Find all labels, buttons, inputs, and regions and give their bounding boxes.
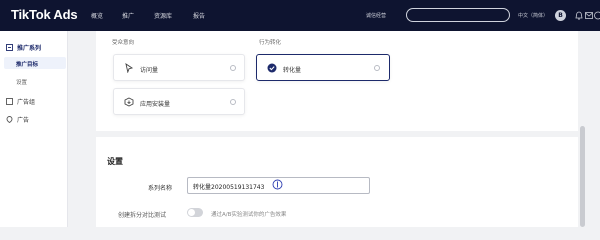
objective-app-install[interactable]: 应用安装量 xyxy=(113,88,245,115)
account-label[interactable]: 诚信经营 xyxy=(366,12,386,19)
check-circle-icon xyxy=(267,63,277,73)
settings-title: 设置 xyxy=(107,157,123,166)
sidebar-item-label: 广告 xyxy=(17,117,30,124)
objective-label: 访问量 xyxy=(140,67,159,74)
nav-reports[interactable]: 报告 xyxy=(193,11,205,20)
scrollbar[interactable] xyxy=(580,126,585,227)
nav-assets[interactable]: 资源库 xyxy=(154,11,172,20)
campaign-icon xyxy=(6,44,13,51)
text-cursor-icon xyxy=(272,179,283,190)
sidebar-item-label: 推广系列 xyxy=(17,45,42,52)
info-icon[interactable] xyxy=(230,65,236,71)
ab-test-description: 通过A/B实验测试你的广告效果 xyxy=(211,212,287,218)
ab-test-toggle[interactable] xyxy=(187,208,203,217)
avatar[interactable]: B xyxy=(555,10,566,21)
info-icon[interactable] xyxy=(230,99,236,105)
sidebar-sub-objective[interactable]: 推广目标 xyxy=(16,60,38,68)
app-install-icon xyxy=(124,97,134,107)
nav-campaigns[interactable]: 推广 xyxy=(122,11,134,20)
campaign-name-label: 系列名称 xyxy=(148,185,173,192)
adgroup-icon xyxy=(6,98,13,105)
sidebar-item-adgroups[interactable]: 广告组 xyxy=(6,97,35,106)
ab-test-label: 创建拆分对比测试 xyxy=(118,212,167,219)
sidebar-sub-settings[interactable]: 设置 xyxy=(16,78,27,86)
help-icon[interactable] xyxy=(594,11,600,20)
objective-conversions[interactable]: 转化量 xyxy=(256,54,390,81)
ad-icon xyxy=(6,116,13,123)
sidebar-item-ads[interactable]: 广告 xyxy=(6,115,29,124)
sidebar-item-campaigns[interactable]: 推广系列 xyxy=(6,43,41,52)
nav-overview[interactable]: 概览 xyxy=(91,11,103,20)
objective-traffic[interactable]: 访问量 xyxy=(113,54,245,81)
conversion-group-label: 行为转化 xyxy=(259,40,282,46)
bell-icon[interactable] xyxy=(575,11,583,20)
consideration-label: 受众意向 xyxy=(112,40,135,46)
info-icon[interactable] xyxy=(374,65,380,71)
tiktok-ads-logo[interactable]: TikTok Ads xyxy=(11,7,78,22)
mail-icon[interactable] xyxy=(585,11,593,20)
objective-card xyxy=(96,31,578,131)
objective-label: 应用安装量 xyxy=(140,101,171,108)
objective-label: 转化量 xyxy=(283,67,302,74)
sidebar: 推广系列 推广目标 设置 广告组 广告 xyxy=(0,31,68,227)
cursor-arrow-icon xyxy=(125,63,134,73)
top-search-input[interactable] xyxy=(406,8,510,22)
sidebar-item-label: 广告组 xyxy=(17,99,36,106)
top-nav-bar: TikTok Ads 概览 推广 资源库 报告 诚信经营 中文（简体） B xyxy=(0,0,600,31)
language-selector[interactable]: 中文（简体） xyxy=(518,12,548,19)
